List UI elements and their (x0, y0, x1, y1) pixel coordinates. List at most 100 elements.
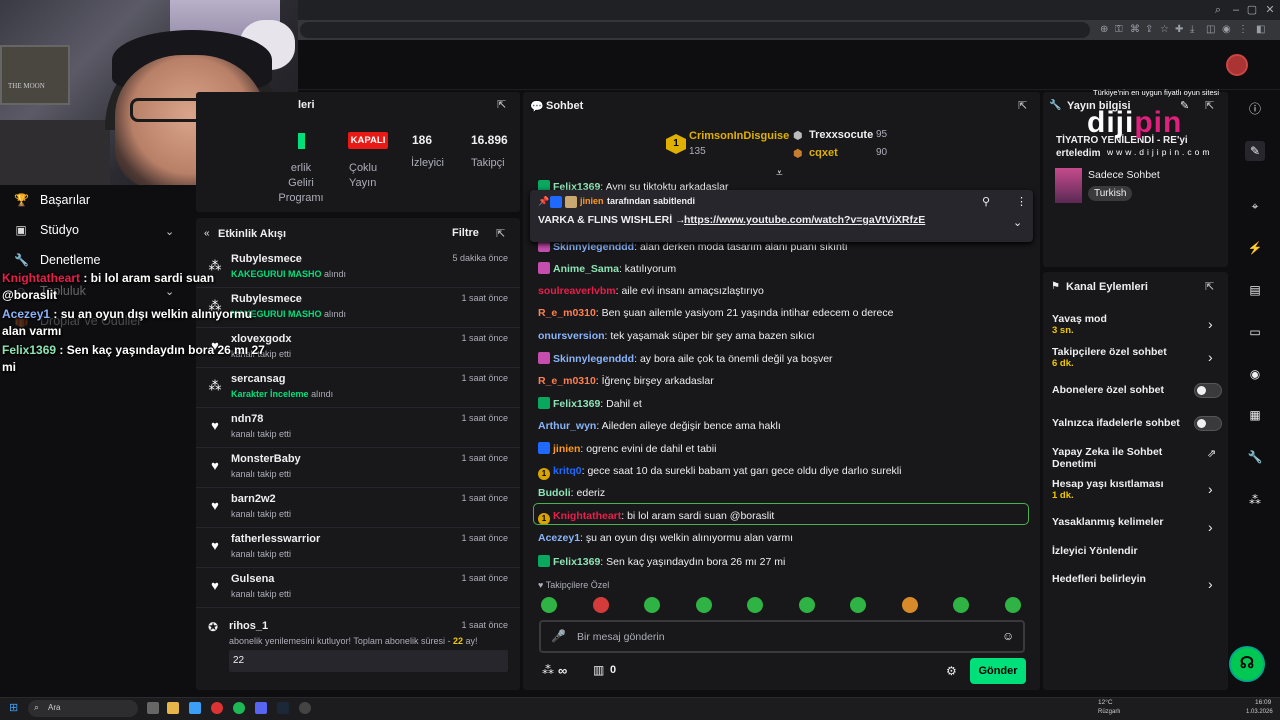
category-name[interactable]: Sadece Sohbet (1088, 169, 1160, 181)
expand-icon[interactable]: « (204, 228, 210, 239)
channel-action-item[interactable]: Yalnızca ifadelerle sohbet (1052, 417, 1192, 429)
chat-username[interactable]: Felix1369 (553, 556, 600, 568)
taskview-icon[interactable] (147, 702, 159, 714)
steam-icon[interactable] (277, 702, 289, 714)
chevron-right-icon[interactable]: › (1208, 349, 1213, 365)
ai-icon[interactable]: ◧ (1256, 24, 1265, 35)
chevron-right-icon[interactable]: › (1208, 519, 1213, 535)
folder-icon[interactable] (167, 702, 179, 714)
chat-message[interactable]: soulreaverlvbm: aile evi insanı amaçsızl… (538, 285, 764, 297)
chevron-down-icon[interactable]: ⌄ (165, 225, 174, 238)
activity-user[interactable]: MonsterBaby (231, 453, 301, 465)
channel-action-item[interactable]: İzleyici Yönlendir (1052, 545, 1192, 557)
broadcast-icon[interactable]: ◉ (1245, 364, 1265, 384)
popout-icon[interactable]: ⇱ (1205, 280, 1214, 293)
tag-pill[interactable]: Turkish (1088, 186, 1133, 201)
wrench-icon[interactable]: 🔧 (1245, 447, 1265, 467)
toggle-switch[interactable] (1194, 383, 1222, 398)
pinned-link[interactable]: https://www.youtube.com/watch?v=gaVtViXR… (684, 214, 925, 226)
emote-icon[interactable] (1004, 597, 1021, 613)
channel-action-item[interactable]: Hedefleri belirleyin (1052, 573, 1192, 585)
emote-icon[interactable] (695, 597, 712, 613)
chat-message[interactable]: jinien: ogrenc evini de dahil et tabii (538, 442, 716, 455)
toggle-switch[interactable] (1194, 416, 1222, 431)
sidebar-item-achievements[interactable]: 🏆 Başarılar (14, 193, 90, 207)
close-icon[interactable]: ✕ (1262, 3, 1278, 17)
chat-username[interactable]: jinien (553, 443, 580, 455)
address-input[interactable] (300, 22, 1090, 38)
taskbar-search[interactable]: ⌕ Ara (28, 700, 138, 717)
chat-username[interactable]: Arthur_wyn (538, 420, 596, 432)
sidebar-item-moderation[interactable]: 🔧 Denetleme (14, 253, 100, 267)
chat-username[interactable]: Skinnylegenddd (553, 241, 634, 253)
chat-message[interactable]: R_e_m0310: Ben şuan ailemle yasiyom 21 y… (538, 307, 893, 319)
chat-message[interactable]: 1 kritq0: gece saat 10 da surekli babam y… (538, 465, 901, 480)
profile-icon[interactable]: ◉ (1222, 24, 1231, 35)
lightning-icon[interactable]: ⚡ (1245, 238, 1265, 258)
chat-message[interactable]: Anime_Sama: katılıyorum (538, 262, 676, 275)
spotify-icon[interactable] (233, 702, 245, 714)
chat-username[interactable]: soulreaverlvbm (538, 285, 616, 297)
target-icon[interactable]: ⌖ (1245, 196, 1265, 216)
channel-action-item[interactable]: Yavaş mod 3 sn. (1052, 313, 1192, 337)
emote-icon[interactable] (592, 597, 609, 613)
search-icon[interactable]: ⌕ (1210, 3, 1226, 17)
discord-icon[interactable] (255, 702, 267, 714)
category-boxart[interactable] (1055, 168, 1082, 203)
unpin-icon[interactable]: ⚲ (982, 195, 990, 208)
pinned-message[interactable]: 📌 jinien tarafından sabitlendi VARKA & F… (530, 190, 1033, 242)
chat-input[interactable]: 🎤 Bir mesaj gönderin ☺ (539, 620, 1025, 653)
chat-username[interactable]: kritq0 (553, 465, 582, 477)
chat-message[interactable]: Budoli: ederiz (538, 487, 605, 499)
chat-icon[interactable]: ▭ (1245, 322, 1265, 342)
more-icon[interactable]: ⋮ (1016, 195, 1027, 208)
activity-user[interactable]: ndn78 (231, 413, 263, 425)
activity-user[interactable]: fatherlesswarrior (231, 533, 320, 545)
key-icon[interactable]: ⚿ (1115, 24, 1123, 35)
chevron-right-icon[interactable]: › (1208, 576, 1213, 592)
chat-username[interactable]: Acezey1 (538, 532, 580, 544)
channel-action-item[interactable]: Hesap yaşı kısıtlaması 1 dk. (1052, 478, 1192, 502)
chat-message[interactable]: R_e_m0310: İğrenç birşey arkadaslar (538, 375, 714, 387)
channel-action-item[interactable]: Yapay Zeka ile Sohbet Denetimi (1052, 446, 1192, 470)
puzzle-icon[interactable]: ◫ (1206, 24, 1215, 35)
edit-icon[interactable]: ✎ (1245, 141, 1265, 161)
headset-icon[interactable]: ☊ (1229, 646, 1265, 682)
chat-message[interactable]: Felix1369: Dahil et (538, 397, 642, 410)
chevron-right-icon[interactable]: › (1208, 481, 1213, 497)
popout-icon[interactable]: ⇱ (1205, 99, 1214, 112)
emote-icon[interactable] (953, 597, 969, 613)
chat-username[interactable]: Skinnylegenddd (553, 353, 634, 365)
emoji-icon[interactable]: ☺ (1002, 629, 1014, 643)
channel-action-item[interactable]: Abonelere özel sohbet (1052, 384, 1192, 396)
minimize-icon[interactable]: – (1228, 3, 1244, 17)
filter-button[interactable]: Filtre (452, 227, 479, 239)
popout-icon[interactable]: ⇱ (496, 227, 505, 240)
activity-item[interactable]: ♥ ndn78 kanalı takip etti 1 saat önce (196, 408, 520, 448)
emote-icon[interactable] (644, 597, 660, 613)
zoom-icon[interactable]: ⊕ (1100, 24, 1108, 35)
info-icon[interactable]: ⓘ (1245, 99, 1265, 119)
chat-username[interactable]: Budoli (538, 487, 571, 499)
chat-message[interactable]: Arthur_wyn: Aileden aileye değişir bence… (538, 420, 781, 432)
extension-icon[interactable]: ✚ (1175, 24, 1183, 35)
channel-action-item[interactable]: Yasaklanmış kelimeler (1052, 516, 1192, 528)
gear-icon[interactable]: ⚙ (946, 664, 957, 678)
points-icon[interactable]: ⁂ (542, 663, 554, 677)
chat-message[interactable]: onursversion: tek yaşamak süper bir şey … (538, 330, 815, 342)
emote-icon[interactable] (541, 597, 557, 613)
resub-item[interactable]: ✪ rihos_1 1 saat önce abonelik yenilemes… (196, 616, 520, 682)
points-icon[interactable]: ⁂ (1245, 490, 1265, 510)
user-avatar[interactable] (1226, 54, 1248, 76)
channel-action-item[interactable]: Takipçilere özel sohbet 6 dk. (1052, 346, 1192, 370)
sidebar-item-studio[interactable]: ▣ Stüdyo (14, 223, 79, 237)
send-button[interactable]: Gönder (970, 658, 1026, 684)
activity-item[interactable]: ♥ fatherlesswarrior kanalı takip etti 1 saa… (196, 528, 520, 568)
activity-user[interactable]: Gulsena (231, 573, 274, 585)
maximize-icon[interactable]: ▢ (1244, 3, 1260, 17)
chat-username[interactable]: Anime_Sama (553, 263, 619, 275)
activity-user[interactable]: Rubylesmece (231, 253, 302, 265)
chat-username[interactable]: onursversion (538, 330, 605, 342)
chat-message[interactable]: Felix1369: Sen kaç yaşındaydın bora 26 m… (538, 554, 785, 568)
emote-icon[interactable] (798, 597, 815, 613)
